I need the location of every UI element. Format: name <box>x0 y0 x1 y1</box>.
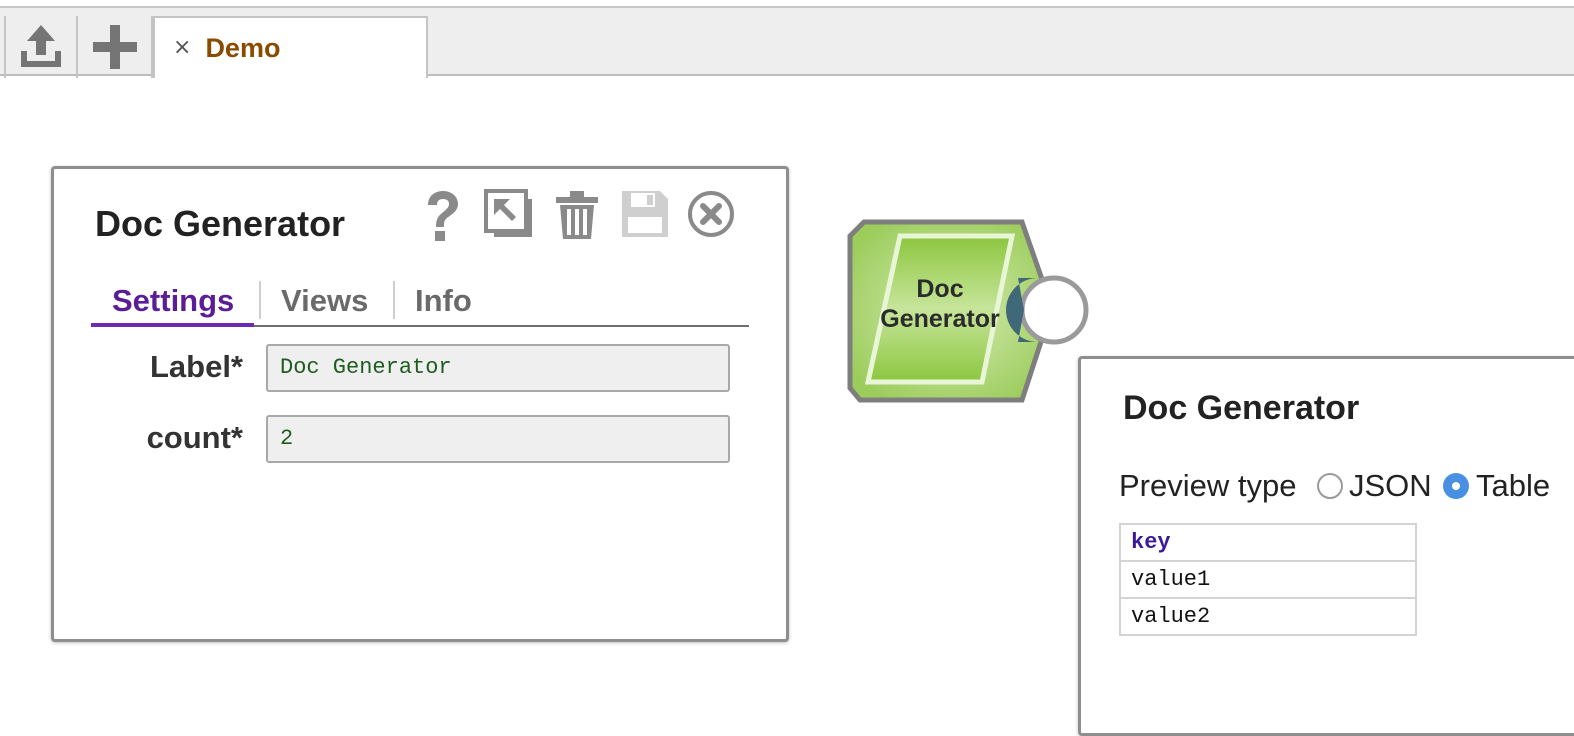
preview-title: Doc Generator <box>1123 389 1360 427</box>
count-field-label: count* <box>146 420 243 455</box>
column-header-key: key <box>1119 523 1417 562</box>
tab-divider <box>393 281 395 319</box>
count-input[interactable]: 2 <box>266 415 730 463</box>
upload-button[interactable] <box>4 16 78 78</box>
table-row: value1 <box>1119 560 1417 599</box>
table-radio[interactable] <box>1443 473 1469 499</box>
active-tab-indicator <box>91 323 254 327</box>
tab-bar: × Demo <box>0 6 1574 78</box>
tab-info[interactable]: Info <box>415 283 472 319</box>
preview-panel: Doc Generator Preview type JSON Table ke… <box>1078 356 1574 736</box>
preview-table: key value1 value2 <box>1119 523 1417 636</box>
settings-tabs: Settings Views Info <box>91 275 749 327</box>
snap-label: Doc Generator <box>862 274 1018 334</box>
table-cell: value1 <box>1119 560 1417 599</box>
tab-divider <box>259 281 261 319</box>
add-tab-button[interactable] <box>79 16 153 78</box>
table-header-row: key <box>1119 523 1417 562</box>
snap-label-line2: Generator <box>880 305 1000 333</box>
plus-icon <box>93 25 137 69</box>
table-cell: value2 <box>1119 597 1417 636</box>
trash-icon[interactable] <box>554 189 600 241</box>
label-field-label: Label* <box>149 349 243 384</box>
close-tab-icon[interactable]: × <box>173 37 191 59</box>
save-icon[interactable] <box>620 189 670 241</box>
close-icon[interactable] <box>686 189 736 239</box>
upload-icon <box>21 25 61 67</box>
label-input[interactable]: Doc Generator <box>266 344 730 392</box>
tab-label: Demo <box>205 32 281 63</box>
help-icon[interactable] <box>422 189 462 243</box>
json-radio[interactable] <box>1317 473 1343 499</box>
tab-views[interactable]: Views <box>281 283 368 319</box>
json-radio-label[interactable]: JSON <box>1349 468 1432 504</box>
preview-type-label: Preview type <box>1119 468 1297 503</box>
dialog-title: Doc Generator <box>95 203 346 244</box>
table-row: value2 <box>1119 597 1417 636</box>
tab-demo[interactable]: × Demo <box>153 16 428 78</box>
expand-icon[interactable] <box>484 189 534 241</box>
settings-dialog: Doc Generator Settings Views Info Label*… <box>51 166 789 642</box>
snap-label-line1: Doc <box>916 275 964 303</box>
tab-settings[interactable]: Settings <box>112 283 234 319</box>
table-radio-label[interactable]: Table <box>1476 468 1550 504</box>
